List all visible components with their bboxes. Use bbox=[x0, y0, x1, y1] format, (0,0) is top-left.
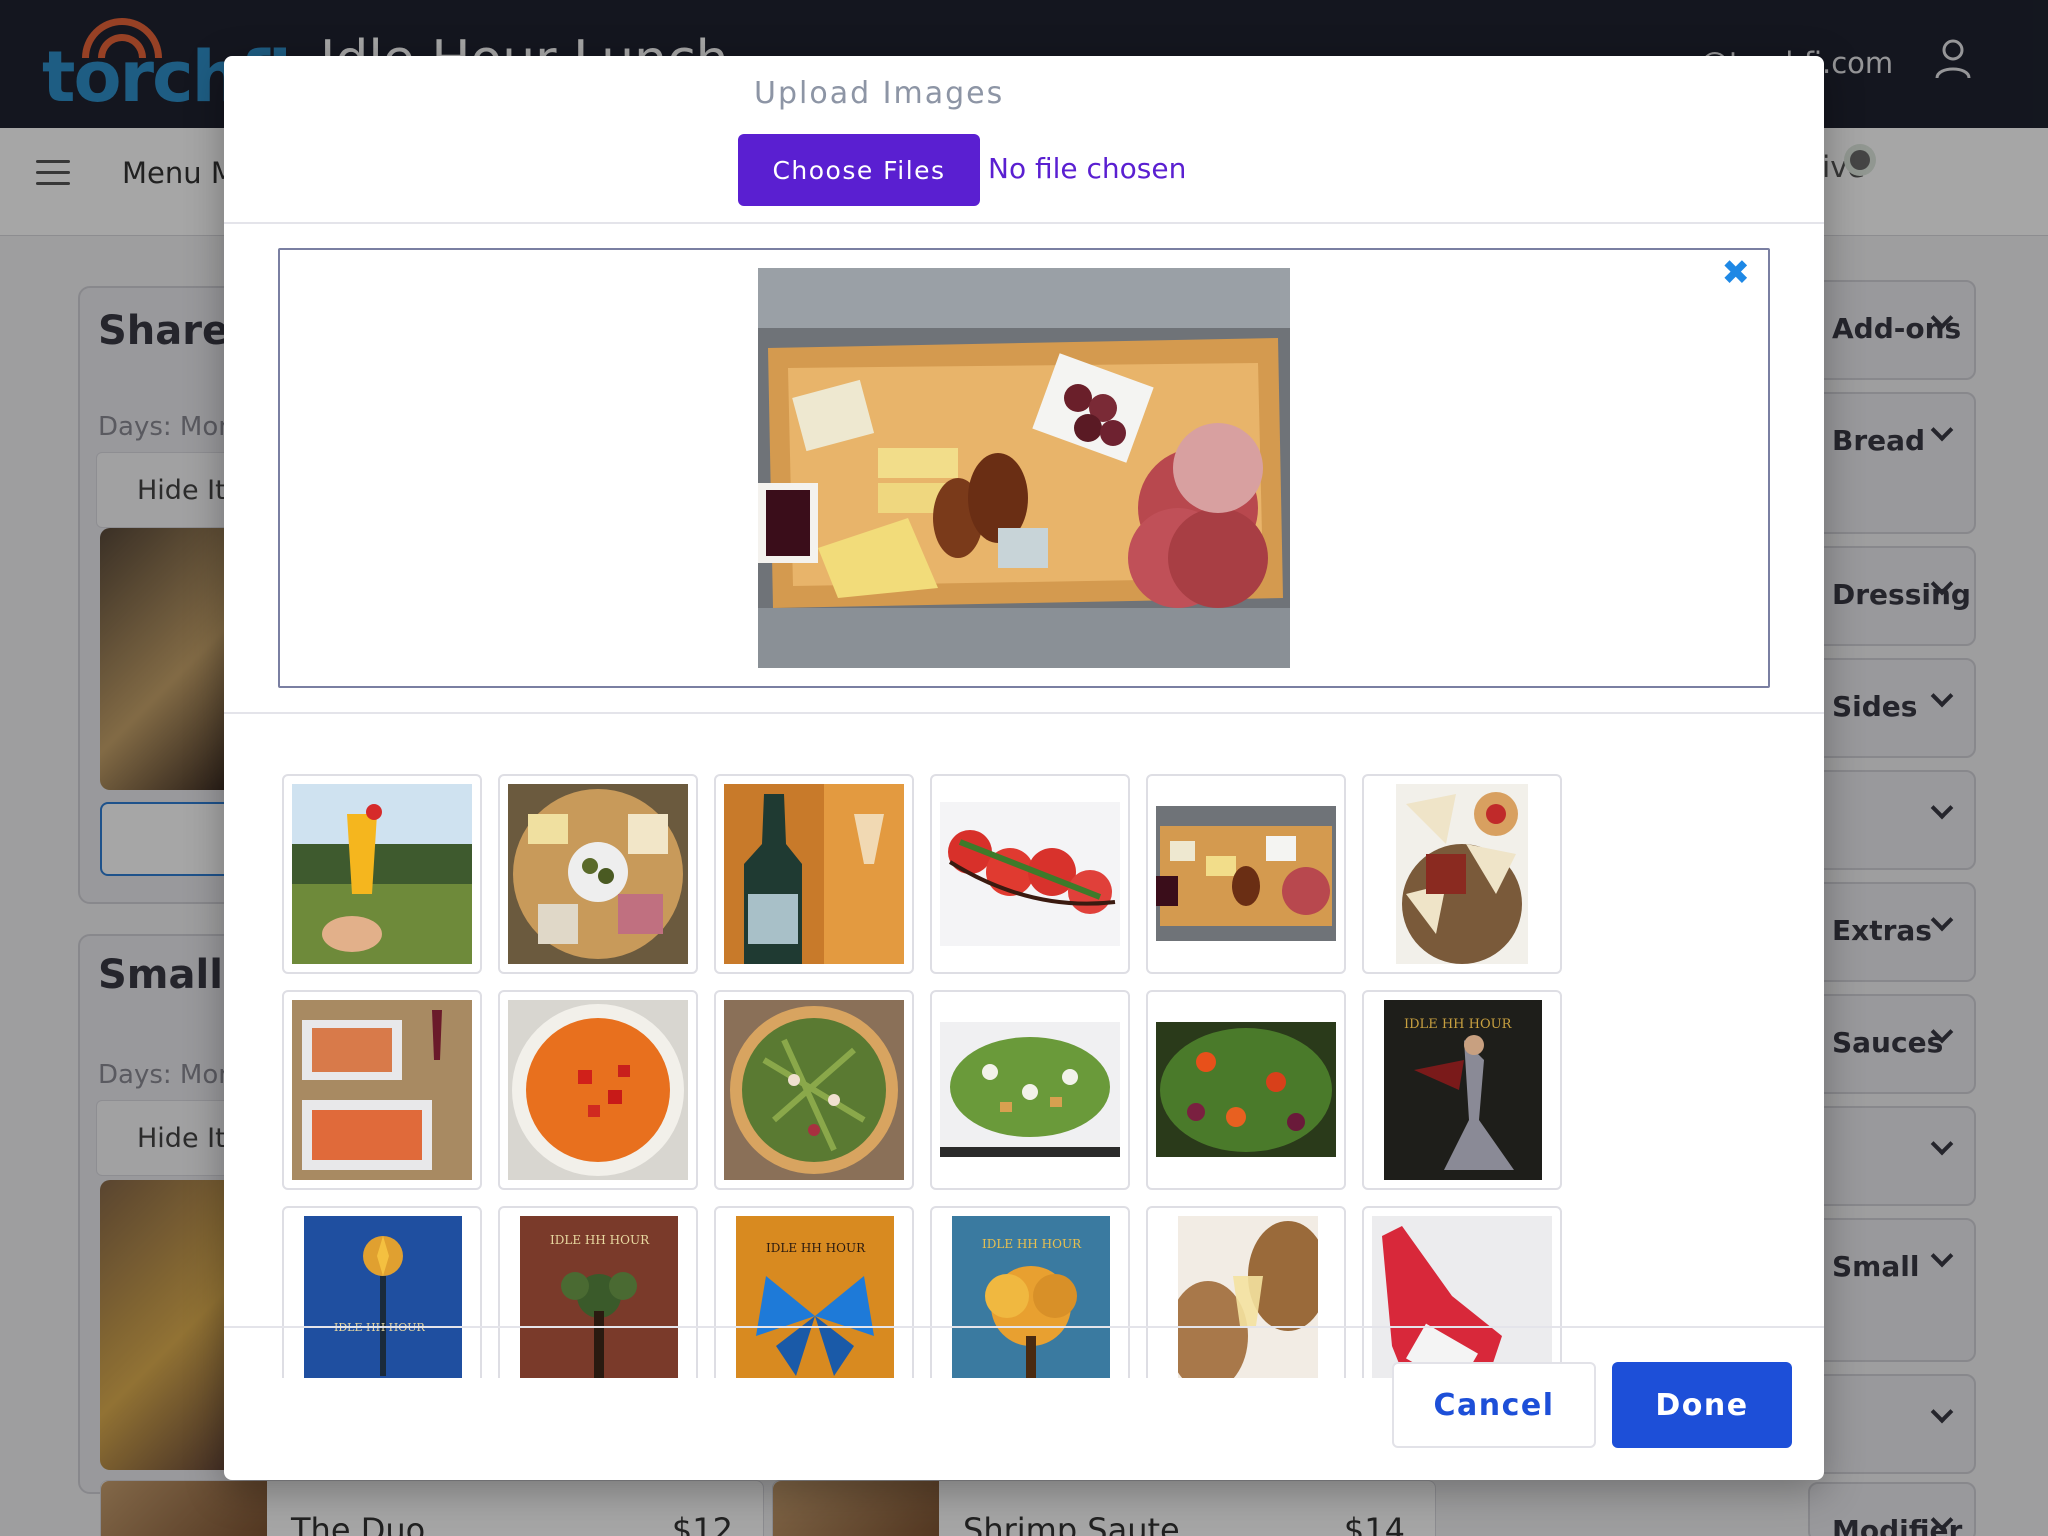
svg-text:IDLE HH HOUR: IDLE HH HOUR bbox=[766, 1241, 866, 1255]
divider bbox=[224, 1326, 1824, 1328]
close-icon[interactable]: ✖ bbox=[1722, 256, 1751, 290]
done-button[interactable]: Done bbox=[1612, 1362, 1792, 1448]
gallery-image-blue-flower-label[interactable]: IDLE HH HOUR bbox=[282, 1206, 482, 1378]
sparkling-wine-image bbox=[724, 784, 904, 964]
svg-text:IDLE HH HOUR: IDLE HH HOUR bbox=[550, 1233, 650, 1247]
wine-barrels-image bbox=[1178, 1216, 1318, 1378]
charcuterie-selected-image bbox=[1156, 806, 1336, 941]
gallery-image-flatbread-pizza[interactable] bbox=[282, 990, 482, 1190]
svg-text:IDLE HH HOUR: IDLE HH HOUR bbox=[1404, 1017, 1513, 1032]
image-gallery: IDLE HH HOUR IDLE HH HOUR IDLE HH HOUR I… bbox=[282, 774, 1762, 1378]
divider bbox=[224, 712, 1824, 714]
gallery-image-charcuterie-selected[interactable] bbox=[1146, 774, 1346, 974]
upload-images-modal: Upload Images Choose Files No file chose… bbox=[224, 56, 1824, 1480]
gallery-image-flatbread-dip[interactable] bbox=[1362, 774, 1562, 974]
upload-images-title: Upload Images bbox=[754, 76, 1005, 111]
gallery-image-arugula-pizza[interactable] bbox=[714, 990, 914, 1190]
gallery-image-charcuterie-board[interactable] bbox=[498, 774, 698, 974]
choose-files-button[interactable]: Choose Files bbox=[738, 134, 980, 206]
gallery-image-cactus-label[interactable]: IDLE HH HOUR bbox=[498, 1206, 698, 1378]
alicante-label-image: IDLE HH HOUR bbox=[1384, 1000, 1542, 1180]
cactus-label-image: IDLE HH HOUR bbox=[520, 1216, 678, 1378]
svg-text:IDLE HH HOUR: IDLE HH HOUR bbox=[982, 1237, 1082, 1251]
selected-image-preview: ✖ bbox=[278, 248, 1770, 688]
gallery-image-alicante-label[interactable]: IDLE HH HOUR bbox=[1362, 990, 1562, 1190]
gallery-image-wine-barrels[interactable] bbox=[1146, 1206, 1346, 1378]
gallery-image-caprese[interactable] bbox=[930, 774, 1130, 974]
flatbread-dip-image bbox=[1396, 784, 1528, 964]
charcuterie-board-image bbox=[508, 784, 688, 964]
gallery-image-rose-bottle[interactable] bbox=[1362, 1206, 1562, 1378]
green-salad-image bbox=[940, 1022, 1120, 1157]
arugula-pizza-image bbox=[724, 1000, 904, 1180]
gallery-image-tree-label[interactable]: IDLE HH HOUR bbox=[930, 1206, 1130, 1378]
gallery-image-butterfly-label[interactable]: IDLE HH HOUR bbox=[714, 1206, 914, 1378]
rose-bottle-image bbox=[1372, 1216, 1552, 1378]
charcuterie-preview-image bbox=[758, 268, 1290, 668]
flatbread-pizza-image bbox=[292, 1000, 472, 1180]
no-file-chosen-text: No file chosen bbox=[988, 152, 1187, 185]
tomato-soup-image bbox=[508, 1000, 688, 1180]
gallery-image-green-salad[interactable] bbox=[930, 990, 1130, 1190]
cancel-button[interactable]: Cancel bbox=[1392, 1362, 1596, 1448]
mimosa-image bbox=[292, 784, 472, 964]
mixed-salad-image bbox=[1156, 1022, 1336, 1157]
divider bbox=[224, 222, 1824, 224]
gallery-image-mixed-salad[interactable] bbox=[1146, 990, 1346, 1190]
gallery-image-tomato-soup[interactable] bbox=[498, 990, 698, 1190]
gallery-image-mimosa[interactable] bbox=[282, 774, 482, 974]
caprese-image bbox=[940, 802, 1120, 946]
butterfly-label-image: IDLE HH HOUR bbox=[736, 1216, 894, 1378]
blue-flower-label-image: IDLE HH HOUR bbox=[304, 1216, 462, 1378]
gallery-image-sparkling-wine[interactable] bbox=[714, 774, 914, 974]
tree-label-image: IDLE HH HOUR bbox=[952, 1216, 1110, 1378]
